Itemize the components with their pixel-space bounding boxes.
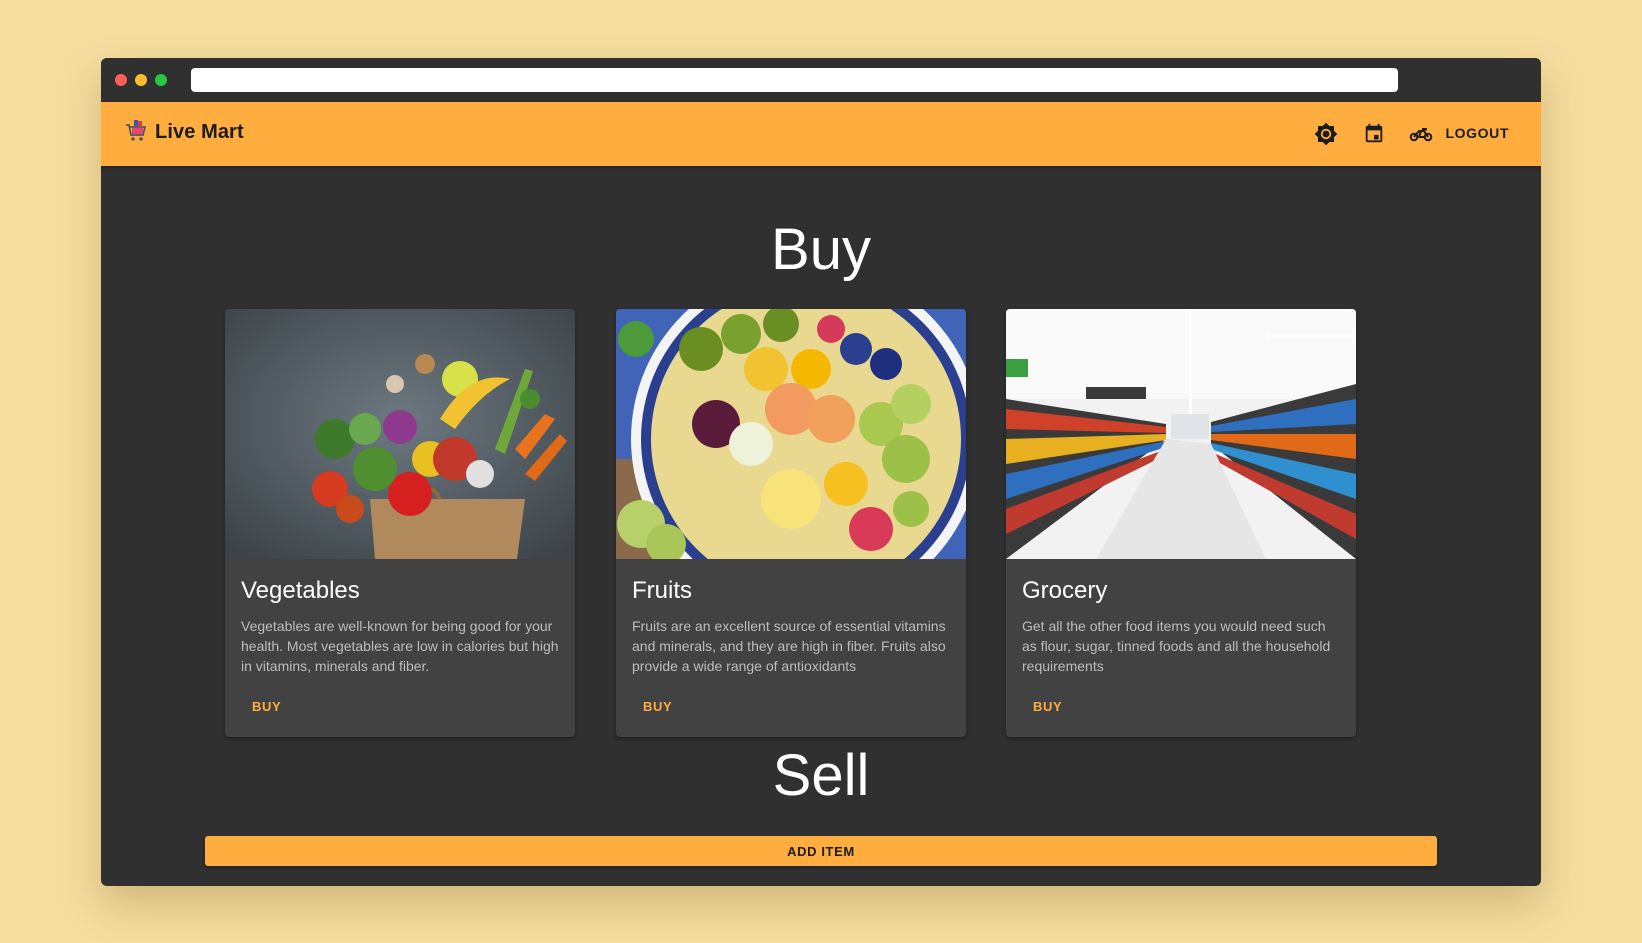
- calendar-icon[interactable]: [1360, 120, 1388, 148]
- theme-toggle-icon[interactable]: [1312, 120, 1340, 148]
- card-title: Grocery: [1022, 577, 1108, 604]
- fruits-buy-button[interactable]: BUY: [632, 693, 683, 720]
- sell-heading: Sell: [772, 743, 870, 808]
- address-bar[interactable]: [191, 68, 1398, 92]
- fruits-card: Fruits Fruits are an excellent source of…: [616, 309, 966, 737]
- add-item-button[interactable]: ADD ITEM: [205, 836, 1437, 866]
- grocery-image: [1006, 309, 1356, 559]
- fruits-image: [616, 309, 966, 559]
- browser-chrome: [101, 58, 1541, 102]
- minimize-window-button[interactable]: [135, 74, 147, 86]
- card-title: Vegetables: [241, 577, 360, 604]
- shopping-cart-logo-icon: [125, 120, 147, 144]
- card-description: Get all the other food items you would n…: [1022, 618, 1331, 674]
- vegetables-image: [225, 309, 575, 559]
- card-title: Fruits: [632, 577, 692, 604]
- grocery-card: Grocery Get all the other food items you…: [1006, 309, 1356, 737]
- vegetables-buy-button[interactable]: BUY: [241, 693, 292, 720]
- close-window-button[interactable]: [115, 74, 127, 86]
- buy-heading: Buy: [771, 217, 871, 282]
- app-bar: Live Mart LOGOUT: [101, 102, 1541, 166]
- app-title[interactable]: Live Mart: [155, 121, 244, 144]
- card-description: Vegetables are well-known for being good…: [241, 618, 559, 674]
- vegetables-card: Vegetables Vegetables are well-known for…: [225, 309, 575, 737]
- delivery-bike-icon[interactable]: [1407, 120, 1435, 148]
- grocery-buy-button[interactable]: BUY: [1022, 693, 1073, 720]
- browser-window: Live Mart LOGOUT Buy Vegetables Vegetabl…: [101, 58, 1541, 886]
- maximize-window-button[interactable]: [155, 74, 167, 86]
- logout-button[interactable]: LOGOUT: [1446, 125, 1509, 141]
- card-description: Fruits are an excellent source of essent…: [632, 618, 946, 674]
